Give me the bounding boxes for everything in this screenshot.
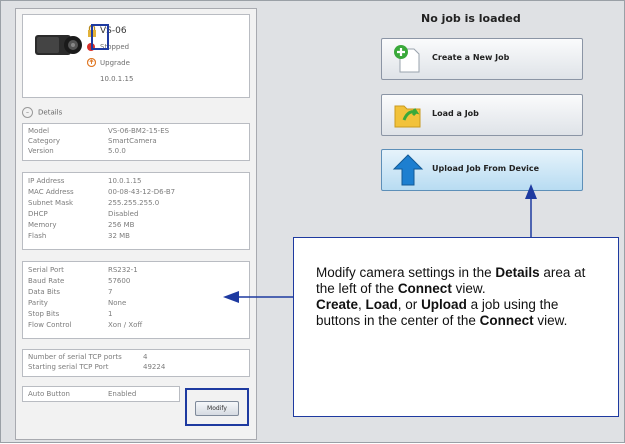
up-arrow-head — [525, 184, 537, 199]
connect-view: VS-06 Stopped Upgrade 10.0.1.15 – Details… — [0, 0, 625, 443]
left-arrow-head — [223, 291, 239, 303]
callout-arrows — [223, 184, 537, 303]
